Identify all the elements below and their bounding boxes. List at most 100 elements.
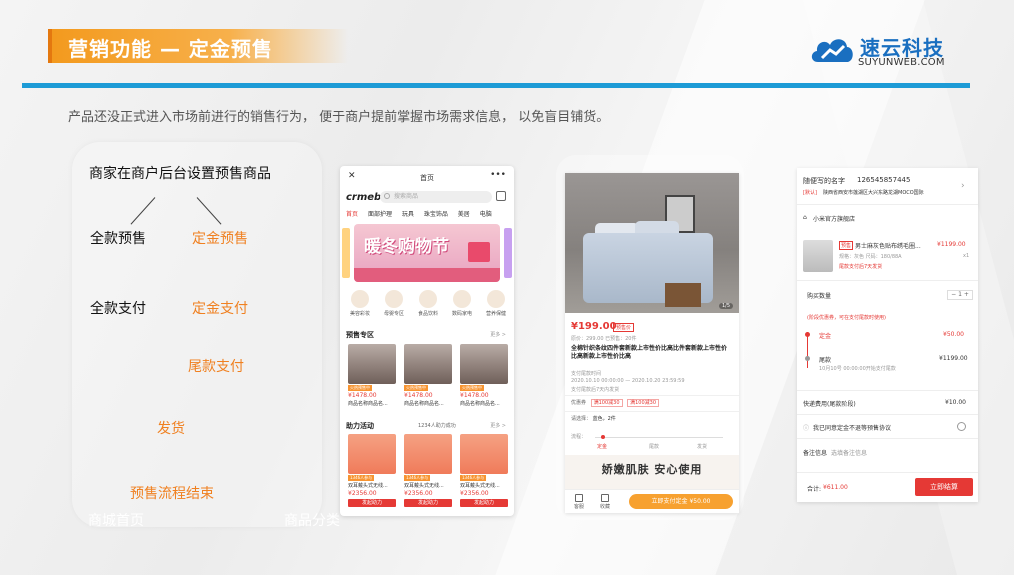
item-name: 男士麻灰色贴布绣毛圈... bbox=[855, 243, 921, 250]
chevron-right-icon[interactable]: › bbox=[961, 181, 965, 191]
store-icon: ⌂ bbox=[803, 214, 807, 221]
product-price: ¥199.00 bbox=[571, 321, 617, 332]
assist-item[interactable]: 1346人参与 双耳戴头式无线... ¥2356.00 发起助力 bbox=[348, 434, 396, 507]
message-icon[interactable] bbox=[496, 191, 506, 201]
flow-deposit-presale: 定金预售 bbox=[192, 231, 248, 247]
balance-time-label: 支付尾款时间 bbox=[571, 371, 602, 377]
item-price: ¥1478.00 bbox=[404, 392, 433, 399]
quick-icon-item[interactable]: 食品饮料 bbox=[416, 290, 440, 317]
quick-icon-item[interactable]: 营养保健 bbox=[484, 290, 508, 317]
balance-value: ¥1199.00 bbox=[939, 355, 968, 362]
favorite-button[interactable]: 收藏 bbox=[597, 494, 613, 510]
product-image bbox=[460, 344, 508, 384]
info-icon: ⓘ bbox=[803, 425, 810, 432]
quick-icon-item[interactable]: 数码家电 bbox=[450, 290, 474, 317]
quick-icon-item[interactable]: 美容彩妆 bbox=[348, 290, 372, 317]
quick-icon-item[interactable]: 母婴专区 bbox=[382, 290, 406, 317]
presale-tag: 火热预售中 bbox=[460, 385, 484, 391]
item-name: 商品名称商品名... bbox=[460, 401, 500, 407]
item-qty: x1 bbox=[963, 253, 970, 259]
phone-home-screen: ✕ 首页 ••• crmeb 搜索商品 首页 面部护理 玩具 珠宝饰品 美居 电… bbox=[340, 166, 514, 516]
flow-balance-payment: 尾款支付 bbox=[188, 359, 244, 375]
flow-deposit-payment: 定金支付 bbox=[192, 301, 248, 317]
coupon-chip[interactable]: 满100减30 bbox=[627, 399, 660, 407]
logo-english-text: SUYUNWEB.COM bbox=[858, 57, 945, 68]
phone-product-detail: 1/5 ¥199.00 预售价 原价：299.00 已预售：20件 全棉针织条纹… bbox=[565, 173, 739, 513]
quantity-stepper[interactable]: − 1 + bbox=[947, 290, 973, 300]
search-input[interactable]: 搜索商品 bbox=[380, 191, 492, 203]
presale-item[interactable]: 火热预售中 ¥1478.00 商品名称商品名... bbox=[404, 344, 452, 407]
caption-category: 商品分类 bbox=[284, 513, 340, 529]
side-table bbox=[665, 283, 701, 307]
promo-banner[interactable]: 暖冬购物节 bbox=[354, 224, 500, 282]
assist-count: 1234人助力成功 bbox=[418, 423, 456, 429]
assist-item[interactable]: 1346人参与 双耳戴头式无线... ¥2356.00 发起助力 bbox=[404, 434, 452, 507]
item-spec: 规格：灰色 尺码：180/88A bbox=[839, 254, 902, 260]
assist-button[interactable]: 发起助力 bbox=[348, 499, 396, 507]
qty-value: 1 bbox=[958, 291, 962, 298]
remark-label: 备注信息 bbox=[803, 450, 828, 457]
flow-step: 发货 bbox=[697, 444, 708, 450]
more-icon[interactable]: ••• bbox=[490, 170, 506, 180]
presale-item[interactable]: 火热预售中 ¥1478.00 商品名称商品名... bbox=[348, 344, 396, 407]
divider bbox=[797, 390, 978, 391]
flow-step: 尾款 bbox=[649, 444, 660, 450]
phone-top-bar: ✕ 首页 ••• bbox=[340, 166, 514, 188]
product-image bbox=[460, 434, 508, 474]
pay-deposit-button[interactable]: 立即支付定金 ¥50.00 bbox=[629, 494, 733, 509]
tab-category[interactable]: 首页 bbox=[346, 211, 358, 218]
tab-category[interactable]: 面部护理 bbox=[368, 211, 392, 218]
quick-icon-label: 食品饮料 bbox=[417, 311, 438, 317]
ad-banner: 娇嫩肌肤 安心使用 bbox=[565, 455, 739, 491]
divider bbox=[797, 438, 978, 439]
quick-icon-label: 营养保健 bbox=[485, 311, 506, 317]
assist-more-link[interactable]: 更多 > bbox=[490, 422, 506, 429]
category-icon bbox=[453, 290, 471, 308]
quick-icon-label: 数码家电 bbox=[451, 311, 472, 317]
service-button[interactable]: 客服 bbox=[571, 494, 587, 510]
spec-select-row[interactable]: 请选择： 蓝色，2件 bbox=[565, 411, 739, 425]
service-icon bbox=[575, 494, 583, 502]
flow-shipping: 发货 bbox=[157, 421, 185, 437]
divider bbox=[797, 414, 978, 415]
phone-order-confirm: 随便写的名字 126545857445 [默认] 陕西省西安市莲湖区大兴东路龙湖… bbox=[797, 168, 978, 502]
qty-label: 购买数量 bbox=[807, 293, 832, 300]
tab-category[interactable]: 电脑 bbox=[480, 211, 492, 218]
agreement-checkbox[interactable] bbox=[957, 422, 966, 431]
flow-card bbox=[72, 142, 322, 527]
assist-item[interactable]: 1346人参与 双耳戴头式无线... ¥2356.00 发起助力 bbox=[460, 434, 508, 507]
product-image bbox=[404, 344, 452, 384]
assist-button[interactable]: 发起助力 bbox=[404, 499, 452, 507]
address-text: 陕西省西安市莲湖区大兴东路龙湖MOCO国际 bbox=[823, 190, 924, 196]
presale-tag: 预售 bbox=[839, 241, 854, 250]
address-default-tag: [默认] bbox=[803, 190, 817, 196]
quick-icons: 美容彩妆 母婴专区 食品饮料 数码家电 营养保健 bbox=[348, 290, 508, 317]
assist-tag: 1346人参与 bbox=[348, 475, 375, 481]
flow-full-presale: 全款预售 bbox=[90, 231, 146, 247]
category-icon bbox=[351, 290, 369, 308]
tab-category[interactable]: 珠宝饰品 bbox=[424, 211, 448, 218]
checkout-button[interactable]: 立即结算 bbox=[915, 478, 973, 496]
banner-title: 暖冬购物节 bbox=[364, 237, 449, 257]
nav-title: 首页 bbox=[420, 174, 434, 182]
page-title-bar: 营销功能 — 定金预售 bbox=[48, 29, 348, 63]
flow-progress-line bbox=[595, 437, 723, 438]
assist-button[interactable]: 发起助力 bbox=[460, 499, 508, 507]
payment-timeline bbox=[807, 332, 808, 368]
presale-item[interactable]: 火热预售中 ¥1478.00 商品名称商品名... bbox=[460, 344, 508, 407]
cloud-logo-icon bbox=[811, 39, 853, 62]
spec-value: 蓝色，2件 bbox=[592, 416, 616, 422]
remark-input[interactable]: 选填备注信息 bbox=[831, 448, 867, 457]
coupon-row[interactable]: 优惠券 满100减30 满100减30 bbox=[565, 395, 739, 409]
coupon-chip[interactable]: 满100减30 bbox=[590, 399, 623, 407]
product-photo[interactable]: 1/5 bbox=[565, 173, 739, 313]
presale-more-link[interactable]: 更多 > bbox=[490, 331, 506, 338]
item-name: 商品名称商品名... bbox=[348, 401, 388, 407]
category-icon bbox=[385, 290, 403, 308]
tab-category[interactable]: 美居 bbox=[458, 211, 470, 218]
tab-category[interactable]: 玩具 bbox=[402, 211, 414, 218]
search-icon bbox=[384, 193, 390, 199]
intro-text: 产品还没正式进入市场前进行的销售行为， 便于商户提前掌握市场需求信息， 以免盲目… bbox=[68, 110, 610, 125]
flow-step-setup: 商家在商户后台设置预售商品 bbox=[89, 166, 271, 182]
quick-icon-label: 母婴专区 bbox=[383, 311, 404, 317]
